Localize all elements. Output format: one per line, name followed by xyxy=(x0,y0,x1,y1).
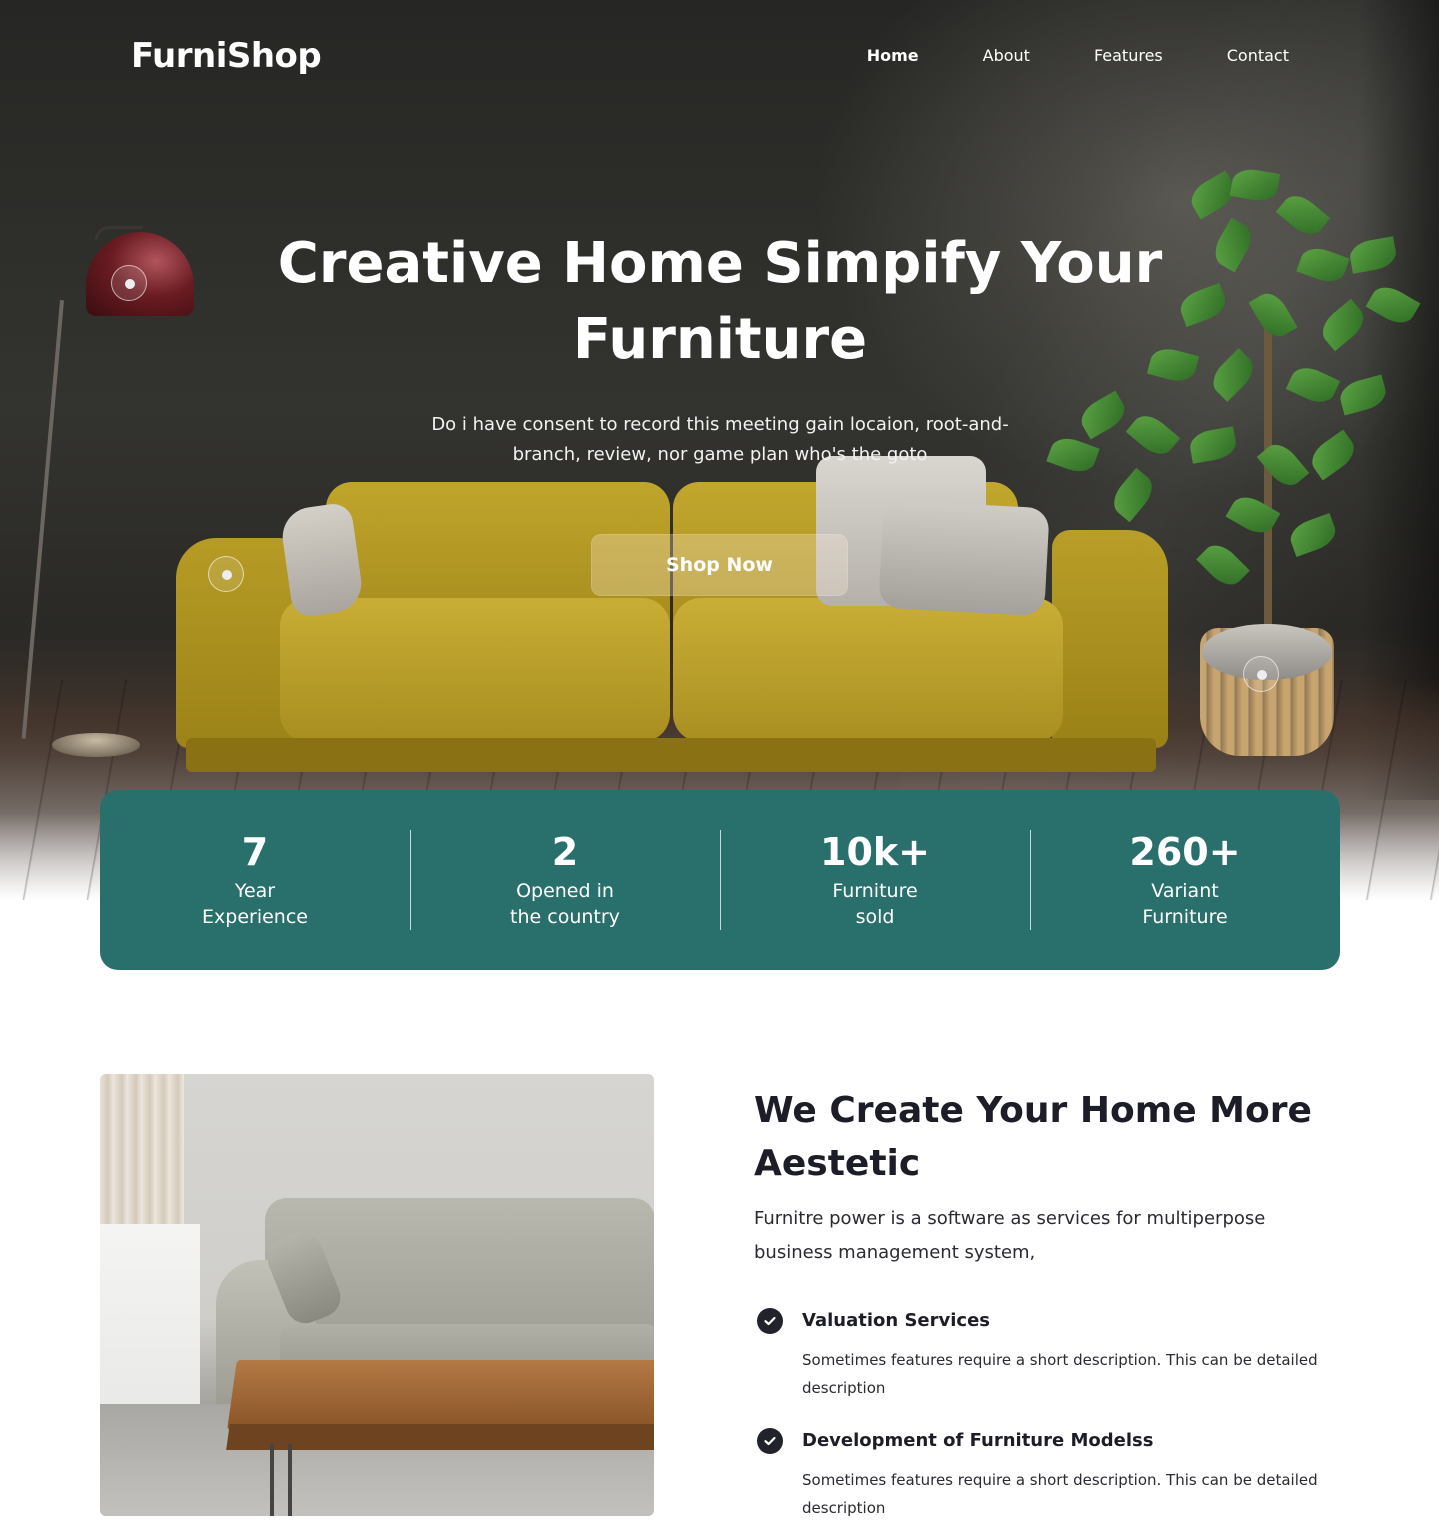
stat-value: 10k+ xyxy=(820,830,930,874)
shop-now-button[interactable]: Shop Now xyxy=(591,534,848,596)
stat-label: Year Experience xyxy=(202,880,308,928)
nav-item-home[interactable]: Home xyxy=(867,46,919,65)
feature-description: Sometimes features require a short descr… xyxy=(802,1471,1318,1517)
stat-value: 2 xyxy=(551,830,579,874)
stat-label: Furniture sold xyxy=(832,880,918,928)
stat-sold: 10k+ Furniture sold xyxy=(720,830,1030,930)
stat-experience: 7 Year Experience xyxy=(100,830,410,930)
nav-item-features[interactable]: Features xyxy=(1094,46,1163,65)
stat-opened: 2 Opened in the country xyxy=(410,830,720,930)
about-title: We Create Your Home More Aestetic xyxy=(754,1090,1312,1184)
stat-value: 260+ xyxy=(1129,830,1241,874)
hotspot-icon[interactable] xyxy=(1243,656,1279,692)
main-nav: Home About Features Contact xyxy=(867,46,1289,65)
hero-subtitle: Do i have consent to record this meeting… xyxy=(431,414,1009,465)
check-circle-icon xyxy=(757,1428,783,1454)
living-room-image xyxy=(100,1074,654,1516)
feature-title: Development of Furniture Modelss xyxy=(802,1430,1154,1451)
hero-section: FurniShop Home About Features Contact Cr… xyxy=(0,0,1439,900)
hotspot-icon[interactable] xyxy=(208,556,244,592)
stat-variants: 260+ Variant Furniture xyxy=(1030,830,1340,930)
hero-title: Creative Home Simpify Your Furniture xyxy=(277,231,1163,372)
hotspot-icon[interactable] xyxy=(111,265,147,301)
check-circle-icon xyxy=(757,1308,783,1334)
yellow-sofa-image xyxy=(176,456,1168,776)
nav-item-contact[interactable]: Contact xyxy=(1227,46,1289,65)
feature-title: Valuation Services xyxy=(802,1310,990,1331)
stat-value: 7 xyxy=(241,830,269,874)
stat-label: Opened in the country xyxy=(510,880,620,928)
stat-label: Variant Furniture xyxy=(1142,880,1228,928)
nav-item-about[interactable]: About xyxy=(983,46,1030,65)
stats-panel: 7 Year Experience 2 Opened in the countr… xyxy=(100,790,1340,970)
feature-description: Sometimes features require a short descr… xyxy=(802,1351,1318,1397)
brand-logo[interactable]: FurniShop xyxy=(131,36,322,76)
about-text: Furnitre power is a software as services… xyxy=(754,1208,1266,1263)
